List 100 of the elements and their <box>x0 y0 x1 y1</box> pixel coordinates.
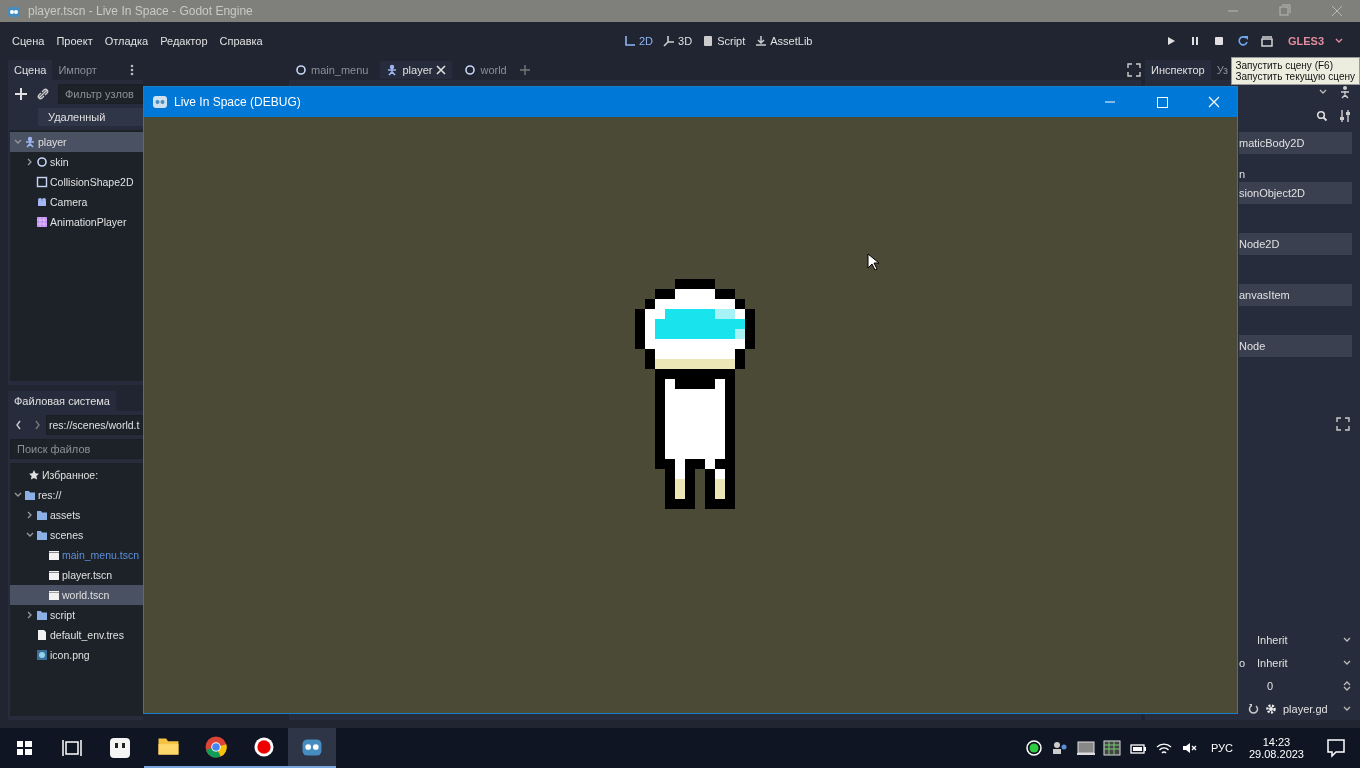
axes-icon <box>624 35 636 47</box>
tree-item[interactable]: Camera <box>10 192 143 212</box>
tree-item[interactable]: script <box>10 605 143 625</box>
fullscreen-icon[interactable] <box>1336 417 1350 431</box>
scene-tab[interactable]: player <box>380 61 453 79</box>
node-label: CollisionShape2D <box>50 176 134 188</box>
file-label: scenes <box>50 529 84 541</box>
figure-icon <box>24 136 36 148</box>
film-icon <box>36 216 48 228</box>
clock-time: 14:23 <box>1262 736 1291 748</box>
select-field[interactable]: Inherit <box>1257 633 1336 646</box>
node-label: AnimationPlayer <box>50 216 127 228</box>
camera-icon <box>36 196 48 208</box>
tree-item[interactable]: player.tscn <box>10 565 143 585</box>
grid-icon[interactable] <box>1101 738 1122 758</box>
reload-icon[interactable] <box>1247 702 1259 715</box>
dock-tab[interactable]: Инспектор <box>1145 60 1211 80</box>
tree-item[interactable]: Избранное: <box>10 465 143 485</box>
tree-item[interactable]: res:// <box>10 485 143 505</box>
tree-item[interactable]: AnimationPlayer <box>10 212 143 232</box>
axes-icon <box>663 35 676 47</box>
menu-item[interactable]: Отладка <box>104 35 149 47</box>
tree-item[interactable]: icon.png <box>10 645 143 665</box>
tree-item[interactable]: CollisionShape2D <box>10 172 143 192</box>
inspector-section[interactable]: anvasItem <box>1239 284 1352 306</box>
download-icon <box>755 35 768 47</box>
path-field[interactable]: res://scenes/world.t <box>46 415 143 435</box>
monitor-icon[interactable] <box>1075 738 1096 758</box>
language-indicator[interactable]: РУС <box>1210 742 1233 754</box>
dock-tab[interactable]: Сцена <box>8 60 53 80</box>
link-icon[interactable] <box>36 87 50 101</box>
spinner-icon[interactable] <box>1342 680 1352 691</box>
search-icon[interactable] <box>1316 110 1328 122</box>
clapper-icon[interactable] <box>1260 34 1274 48</box>
file-label: main_menu.tscn <box>62 549 140 561</box>
reload-icon[interactable] <box>1236 34 1250 48</box>
square-icon <box>36 176 48 188</box>
ring-icon <box>464 64 477 76</box>
clapper-icon <box>48 549 60 561</box>
workspace-tab[interactable]: Script <box>702 35 746 47</box>
menu-item[interactable]: Проект <box>56 35 93 47</box>
tree-item[interactable]: assets <box>10 505 143 525</box>
inspector-section[interactable]: maticBody2D <box>1239 132 1352 154</box>
scene-tab[interactable]: main_menu <box>289 61 375 79</box>
clapper-icon <box>48 589 60 601</box>
folder-icon <box>36 509 48 521</box>
workspace-tab[interactable]: 3D <box>663 35 693 47</box>
dock-tab[interactable]: Файловая система <box>8 391 116 411</box>
renderer-selector[interactable]: GLES3 <box>1288 35 1325 47</box>
menu-item[interactable]: Сцена <box>12 35 45 47</box>
tree-item[interactable]: world.tscn <box>10 585 143 605</box>
tree-item[interactable]: player <box>10 132 143 152</box>
file-label: assets <box>50 509 81 521</box>
number-field[interactable]: 0 <box>1257 679 1336 692</box>
tree-item[interactable]: default_env.tres <box>10 625 143 645</box>
dock-tab[interactable]: Уз <box>1210 60 1229 80</box>
fullscreen-icon[interactable] <box>1127 63 1141 77</box>
select-field[interactable]: Inherit <box>1257 656 1336 669</box>
scroll-icon <box>702 35 715 47</box>
inspector-section[interactable]: Node2D <box>1239 233 1352 255</box>
robot-icon <box>152 94 168 110</box>
menu-item[interactable]: Справка <box>219 35 263 47</box>
tooltip-text: Запустить текущую сцену <box>1235 71 1355 82</box>
search-field[interactable]: Поиск файлов <box>10 439 143 459</box>
inspector-section[interactable]: sionObject2D <box>1239 182 1352 204</box>
gear-icon <box>1265 702 1277 715</box>
folder-icon <box>24 489 36 501</box>
folder-icon <box>36 609 48 621</box>
status-icon[interactable] <box>1023 738 1044 758</box>
filter-field[interactable]: Фильтр узлов <box>58 84 143 104</box>
node-label: player <box>38 136 67 148</box>
close-icon[interactable] <box>436 65 447 75</box>
remote-button[interactable]: Удаленный <box>38 108 143 126</box>
figure-icon <box>386 64 399 76</box>
scene-tab[interactable]: world <box>458 61 513 79</box>
ring-icon <box>295 64 307 76</box>
tree-item[interactable]: main_menu.tscn <box>10 545 143 565</box>
forward-icon[interactable] <box>32 420 42 430</box>
tree-item[interactable]: scenes <box>10 525 143 545</box>
filter-icon[interactable] <box>1338 109 1352 123</box>
workspace-tab[interactable]: AssetLib <box>755 35 813 47</box>
file-label: player.tscn <box>62 569 113 581</box>
property-label: n <box>1239 167 1247 182</box>
file-label: icon.png <box>50 649 90 661</box>
clock[interactable]: 14:23 29.08.2023 <box>1248 736 1304 760</box>
node-label: Camera <box>50 196 88 208</box>
inspector-section[interactable]: Node <box>1239 335 1352 357</box>
workspace-tab[interactable]: 2D <box>624 35 654 47</box>
file-label: world.tscn <box>62 589 110 601</box>
cursor-icon <box>867 253 879 271</box>
tree-item[interactable]: skin <box>10 152 143 172</box>
menu-item[interactable]: Редактор <box>160 35 208 47</box>
stop-icon[interactable] <box>1212 34 1226 48</box>
star-icon <box>28 469 40 481</box>
dock-tab[interactable]: Импорт <box>52 60 103 80</box>
tooltip-text: Запустить сцену (F6) <box>1235 60 1334 71</box>
figure-icon[interactable] <box>1338 85 1352 99</box>
robot-icon[interactable] <box>288 728 336 768</box>
file-label: default_env.tres <box>50 629 124 641</box>
script-field[interactable]: player.gd <box>1283 702 1336 715</box>
